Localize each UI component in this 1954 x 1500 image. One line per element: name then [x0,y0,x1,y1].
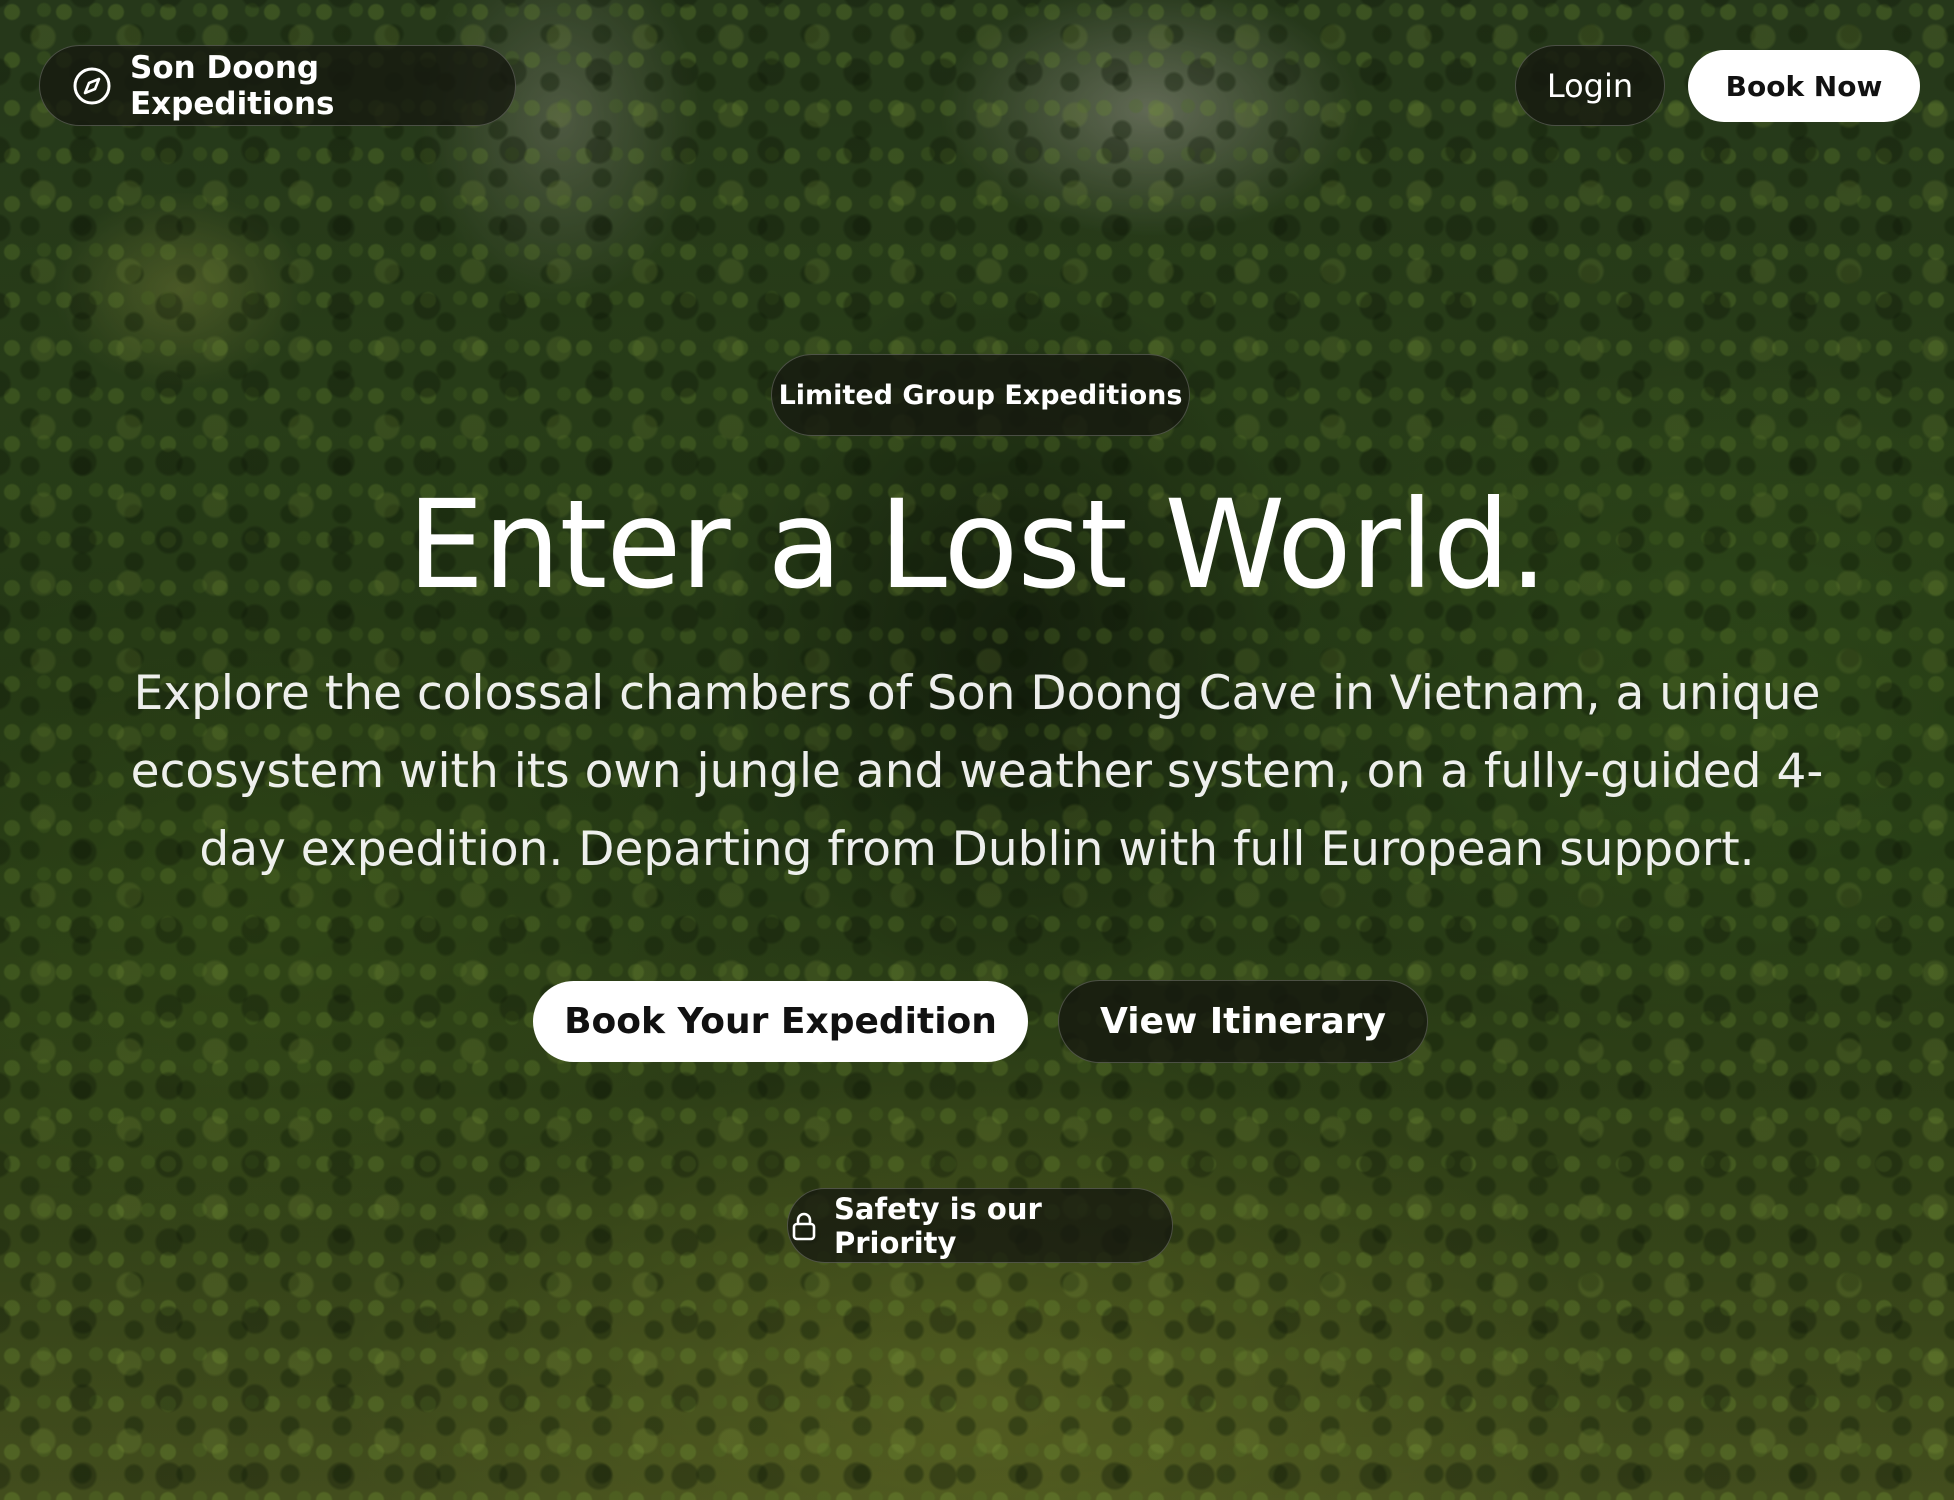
compass-icon [72,66,112,106]
brand-name: Son Doong Expeditions [130,49,335,122]
book-expedition-button[interactable]: Book Your Expedition [533,981,1028,1062]
view-itinerary-button[interactable]: View Itinerary [1058,980,1428,1063]
safety-label: Safety is our Priority [834,1191,1042,1260]
hero-description: Explore the colossal chambers of Son Doo… [130,666,1824,877]
hero-headline: Enter a Lost World. [407,474,1548,616]
limited-group-badge: Limited Group Expeditions [771,354,1190,436]
lock-icon [788,1210,820,1242]
login-button[interactable]: Login [1515,45,1665,126]
badge-label: Limited Group Expeditions [778,379,1183,411]
safety-badge: Safety is our Priority [787,1188,1173,1263]
brand-logo-link[interactable]: Son Doong Expeditions [39,45,516,126]
book-now-button[interactable]: Book Now [1688,50,1920,122]
